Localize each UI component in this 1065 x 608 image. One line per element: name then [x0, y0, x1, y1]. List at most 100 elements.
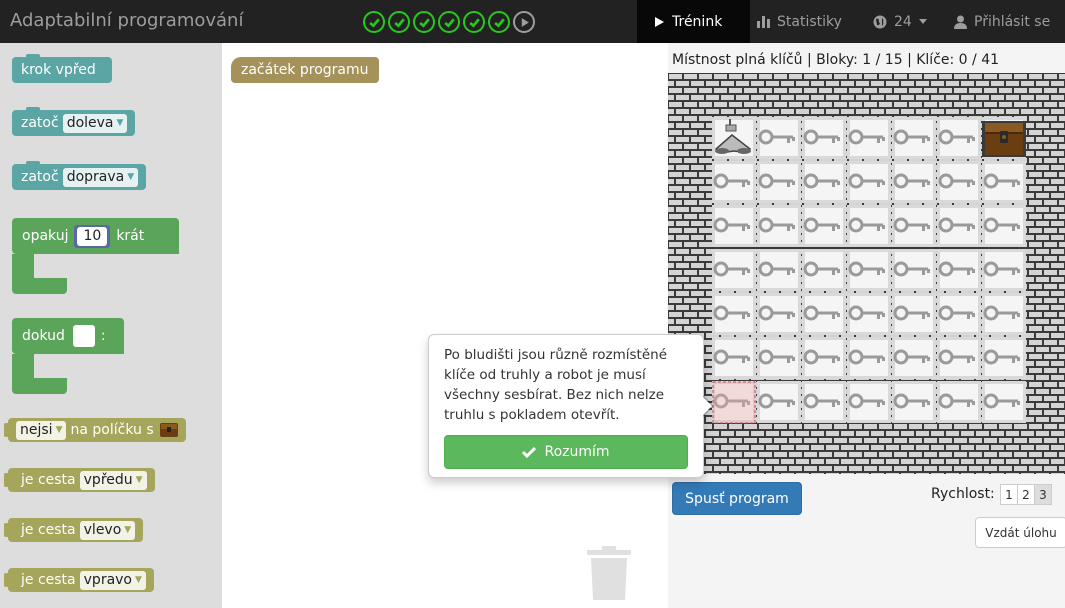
maze-key-tile: [802, 249, 846, 291]
maze-key-tile: [802, 381, 846, 423]
maze-key-tile: [892, 293, 936, 335]
app-title[interactable]: Adaptabilní programování: [10, 10, 243, 31]
check-icon: [418, 17, 430, 28]
block-turn-left-label: zatoč: [21, 115, 59, 131]
maze-key-tile: [937, 249, 981, 291]
understand-button-label: Rozumím: [544, 444, 610, 460]
block-path-label: je cesta: [21, 472, 76, 488]
maze-key-tile: [757, 381, 801, 423]
check-icon: [493, 17, 505, 28]
maze-key-tile: [892, 381, 936, 423]
dropdown-arrow-icon: ▼: [124, 525, 132, 535]
trash-icon[interactable]: [587, 546, 631, 600]
maze-key-tile: [982, 381, 1026, 423]
block-repeat[interactable]: opakuj 10 krát: [12, 218, 179, 294]
level-status: Místnost plná klíčů | Bloky: 1 / 15 | Kl…: [672, 52, 1000, 68]
program-workspace[interactable]: začátek programu: [222, 43, 668, 608]
checkmark-icon: [522, 446, 537, 458]
maze-key-tile: [712, 205, 756, 247]
block-turn-left[interactable]: zatoč doleva ▼: [12, 107, 136, 136]
repeat-count-slot: 10: [74, 224, 111, 248]
level-done-1[interactable]: [363, 11, 385, 33]
path-right-value: vpravo: [83, 572, 132, 588]
nav-login[interactable]: Přihlásit se: [954, 0, 1050, 43]
level-done-2[interactable]: [388, 11, 410, 33]
maze-robot-tile: [712, 117, 756, 159]
maze-key-tile: [982, 293, 1026, 335]
turn-right-value: doprava: [66, 169, 125, 185]
block-tile-condition[interactable]: nejsi ▼ na políčku s: [8, 418, 186, 442]
nav-stats[interactable]: Statistiky: [757, 0, 842, 43]
block-turn-right[interactable]: zatoč doprava ▼: [12, 161, 147, 190]
block-program-start[interactable]: začátek programu: [231, 57, 379, 83]
negation-value: nejsi: [20, 422, 53, 438]
path-direction-dropdown[interactable]: vpravo ▼: [79, 570, 146, 590]
level-done-3[interactable]: [413, 11, 435, 33]
nav-language[interactable]: 24: [873, 0, 927, 43]
path-direction-dropdown[interactable]: vlevo ▼: [79, 520, 136, 540]
block-repeat-label: opakuj: [22, 228, 69, 244]
block-repeat-suffix: krát: [116, 228, 145, 244]
chest-icon: [982, 121, 1026, 157]
speed-selector: 1 2 3: [1000, 484, 1052, 505]
level-done-5[interactable]: [463, 11, 485, 33]
maze-key-tile: [892, 117, 936, 159]
maze-key-tile: [802, 205, 846, 247]
maze-key-tile: [847, 117, 891, 159]
block-move-forward[interactable]: krok vpřed: [12, 54, 112, 83]
game-panel: Místnost plná klíčů | Bloky: 1 / 15 | Kl…: [668, 43, 1065, 608]
level-done-6[interactable]: [488, 11, 510, 33]
speed-label: Rychlost:: [931, 486, 995, 502]
block-path-label: je cesta: [21, 572, 76, 588]
check-icon: [393, 17, 405, 28]
maze-key-tile: [847, 161, 891, 203]
understand-button[interactable]: Rozumím: [444, 435, 688, 469]
maze-key-tile: [892, 161, 936, 203]
play-icon: [655, 16, 664, 27]
give-up-button[interactable]: Vzdát úlohu: [975, 517, 1065, 548]
level-current[interactable]: [513, 11, 535, 33]
play-icon: [521, 17, 529, 27]
block-path-right[interactable]: je cesta vpravo ▼: [8, 568, 154, 592]
maze-key-tile: [802, 161, 846, 203]
block-move-forward-label: krok vpřed: [21, 62, 96, 78]
block-while[interactable]: dokud :: [12, 318, 124, 394]
block-path-forward[interactable]: je cesta vpředu ▼: [8, 468, 155, 492]
maze-key-tile: [802, 337, 846, 379]
navbar: Adaptabilní programování Trénink Statist…: [0, 0, 1065, 43]
turn-direction-dropdown[interactable]: doprava ▼: [62, 167, 139, 187]
maze-key-tile: [757, 249, 801, 291]
block-toolbox: krok vpřed zatoč doleva ▼ zatoč doprava ▼ …: [0, 43, 222, 608]
maze-key-tile: [892, 205, 936, 247]
block-turn-right-label: zatoč: [21, 169, 59, 185]
user-icon: [954, 15, 967, 29]
turn-direction-dropdown[interactable]: doleva ▼: [62, 113, 128, 133]
speed-option-3[interactable]: 3: [1034, 484, 1052, 505]
condition-slot[interactable]: [72, 325, 95, 347]
maze-key-tile: [847, 337, 891, 379]
negation-dropdown[interactable]: nejsi ▼: [16, 420, 67, 440]
block-path-left[interactable]: je cesta vlevo ▼: [8, 518, 144, 542]
dropdown-arrow-icon: ▼: [116, 118, 124, 128]
speed-option-2[interactable]: 2: [1017, 484, 1035, 505]
speed-option-1[interactable]: 1: [1000, 484, 1018, 505]
maze-key-tile: [937, 337, 981, 379]
nav-training[interactable]: Trénink: [637, 0, 750, 43]
nav-login-label: Přihlásit se: [974, 13, 1051, 30]
block-while-label: dokud: [22, 328, 65, 344]
maze-key-tile: [757, 117, 801, 159]
maze-key-tile: [937, 161, 981, 203]
dropdown-arrow-icon: ▼: [127, 172, 135, 182]
maze-key-tile: [757, 161, 801, 203]
maze-key-tile: [892, 249, 936, 291]
check-icon: [443, 17, 455, 28]
maze-key-tile: [757, 205, 801, 247]
progress-indicator: [363, 11, 535, 33]
repeat-count-field[interactable]: 10: [77, 226, 108, 246]
maze-key-tile: [982, 337, 1026, 379]
run-program-button[interactable]: Spusť program: [672, 482, 802, 515]
level-done-4[interactable]: [438, 11, 460, 33]
bar-chart-icon: [757, 16, 770, 28]
path-direction-dropdown[interactable]: vpředu ▼: [79, 470, 147, 490]
check-icon: [468, 17, 480, 28]
